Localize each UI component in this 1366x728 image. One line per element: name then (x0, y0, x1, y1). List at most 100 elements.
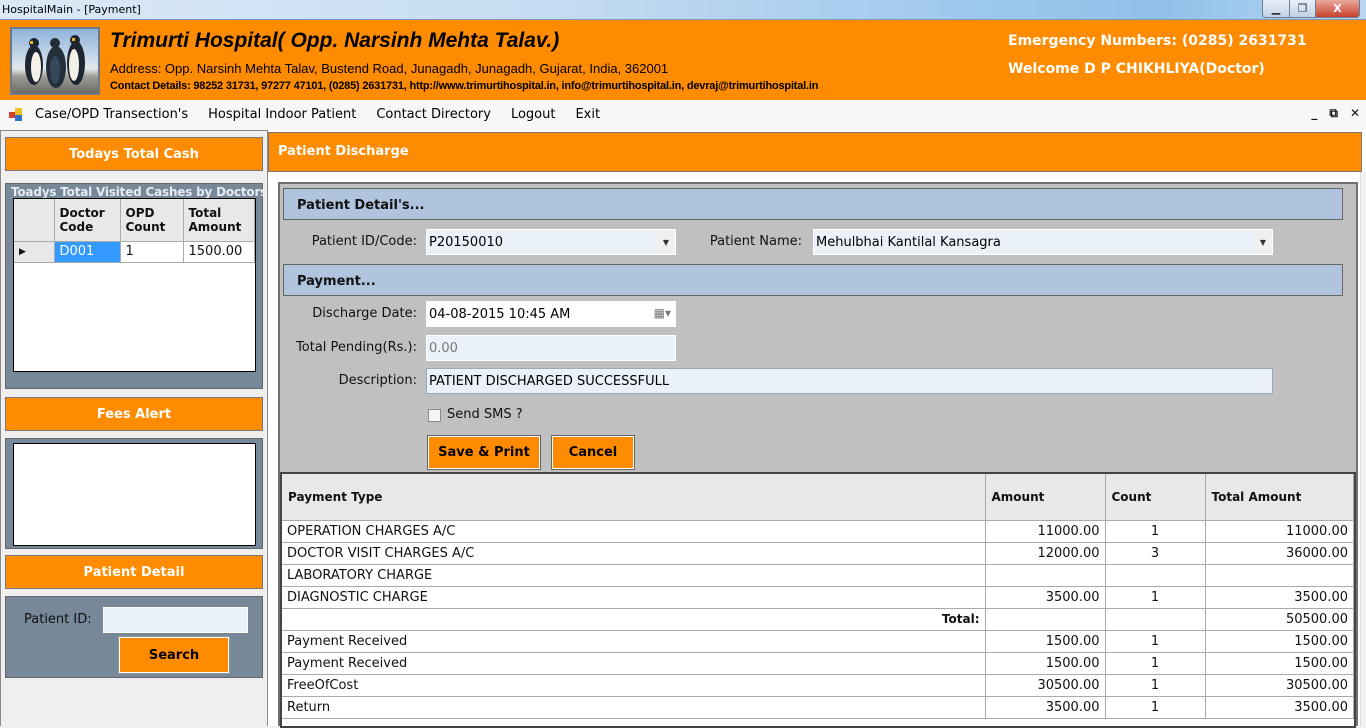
calendar-icon[interactable]: ▦▾ (654, 306, 671, 320)
description-input[interactable]: PATIENT DISCHARGED SUCCESSFULL (426, 368, 1273, 394)
column-header-opd-count[interactable]: OPD Count (120, 199, 184, 242)
app-form-icon[interactable] (9, 108, 23, 122)
count-cell[interactable]: 1 (1105, 630, 1206, 653)
count-cell[interactable] (1105, 564, 1206, 587)
send-sms-label[interactable]: Send SMS ? (447, 407, 523, 422)
total-amount-cell[interactable]: 36000.00 (1205, 542, 1354, 565)
total-amount-cell[interactable]: 3500.00 (1205, 696, 1354, 719)
table-row[interactable]: Payment Received 1500.00 1 1500.00 (282, 630, 1354, 653)
payment-type-cell[interactable]: Payment Received (282, 652, 986, 675)
total-amount-cell[interactable]: 50500.00 (1205, 608, 1354, 631)
table-row[interactable]: OPERATION CHARGES A/C 11000.00 1 11000.00 (282, 520, 1354, 543)
search-button[interactable]: Search (118, 636, 230, 674)
patient-id-input[interactable] (103, 607, 248, 633)
mdi-controls: _ ⧉ ✕ (1311, 106, 1360, 121)
column-header-total-amount[interactable]: Total Amount (1205, 474, 1354, 521)
payment-type-cell[interactable]: LABORATORY CHARGE (282, 564, 986, 587)
table-row[interactable]: Return 3500.00 1 3500.00 (282, 696, 1354, 719)
menu-case-opd[interactable]: Case/OPD Transection's (35, 107, 188, 122)
menu-exit[interactable]: Exit (575, 107, 600, 122)
menu-contact-directory[interactable]: Contact Directory (376, 107, 491, 122)
patient-detail-header: Patient Detail (5, 555, 263, 589)
payment-type-cell[interactable]: Return (282, 696, 986, 719)
count-cell[interactable]: 1 (1105, 586, 1206, 609)
amount-cell[interactable]: 3500.00 (985, 586, 1106, 609)
hospital-address: Address: Opp. Narsinh Mehta Talav, Buste… (110, 61, 669, 76)
table-row[interactable]: ▶ D001 1 1500.00 (14, 241, 255, 263)
count-cell[interactable]: 1 (1105, 674, 1206, 697)
row-selector-arrow-icon[interactable]: ▶ (14, 241, 55, 263)
amount-cell[interactable]: 12000.00 (985, 542, 1106, 565)
discharge-date-label: Discharge Date: (312, 306, 417, 321)
amount-cell[interactable]: 3500.00 (985, 696, 1106, 719)
total-amount-cell[interactable]: 1500.00 (183, 241, 255, 263)
save-print-button[interactable]: Save & Print (427, 435, 541, 470)
count-cell[interactable]: 1 (1105, 652, 1206, 675)
mdi-minimize-icon[interactable]: _ (1311, 106, 1317, 121)
table-row[interactable]: DIAGNOSTIC CHARGE 3500.00 1 3500.00 (282, 586, 1354, 609)
restore-button[interactable]: ❐ (1290, 0, 1316, 18)
total-label-cell[interactable]: Total: (282, 608, 986, 631)
doctor-cash-caption: Toadys Total Visited Cashes by Doctors (11, 185, 268, 199)
total-amount-cell[interactable]: 1500.00 (1205, 630, 1354, 653)
count-cell[interactable]: 3 (1105, 542, 1206, 565)
column-header-doctor-code[interactable]: Doctor Code (54, 199, 121, 242)
patient-discharge-form: Patient Discharge Patient Detail's... Pa… (268, 130, 1366, 728)
doctor-code-cell[interactable]: D001 (54, 241, 121, 263)
table-row[interactable]: FreeOfCost 30500.00 1 30500.00 (282, 674, 1354, 697)
amount-cell[interactable]: 30500.00 (985, 674, 1106, 697)
total-amount-cell[interactable]: 30500.00 (1205, 674, 1354, 697)
count-cell[interactable]: 1 (1105, 520, 1206, 543)
doctor-cash-grid[interactable]: Doctor Code OPD Count Total Amount ▶ D00… (13, 198, 256, 372)
column-header-count[interactable]: Count (1105, 474, 1206, 521)
table-row[interactable]: Total: 50500.00 (282, 608, 1354, 631)
table-row[interactable]: LABORATORY CHARGE (282, 564, 1354, 587)
column-header-payment-type[interactable]: Payment Type (282, 474, 986, 521)
total-amount-cell[interactable]: 1500.00 (1205, 652, 1354, 675)
table-row[interactable]: Payment Received 1500.00 1 1500.00 (282, 652, 1354, 675)
payment-type-cell[interactable]: FreeOfCost (282, 674, 986, 697)
amount-cell[interactable] (985, 564, 1106, 587)
amount-cell[interactable] (985, 608, 1106, 631)
mdi-restore-icon[interactable]: ⧉ (1329, 106, 1338, 121)
minimize-icon: ▁ (1271, 2, 1281, 15)
payment-grid[interactable]: Payment Type Amount Count Total Amount O… (280, 472, 1356, 728)
patient-id-code-combobox[interactable]: P20150010 ▼ (426, 229, 676, 255)
patient-search-panel: Patient ID: Search (5, 596, 263, 678)
emergency-numbers: Emergency Numbers: (0285) 2631731 (1008, 33, 1307, 49)
window-title-bar: HospitalMain - [Payment] ▁ ❐ X (0, 0, 1366, 20)
total-amount-cell[interactable] (1205, 564, 1354, 587)
opd-count-cell[interactable]: 1 (120, 241, 184, 263)
discharge-date-picker[interactable]: 04-08-2015 10:45 AM ▦▾ (426, 301, 676, 327)
close-button[interactable]: X (1316, 0, 1360, 18)
payment-type-cell[interactable]: OPERATION CHARGES A/C (282, 520, 986, 543)
fees-alert-list[interactable] (13, 443, 256, 546)
fees-alert-panel (5, 438, 263, 549)
payment-type-cell[interactable]: DOCTOR VISIT CHARGES A/C (282, 542, 986, 565)
column-header-amount[interactable]: Amount (985, 474, 1106, 521)
menu-indoor-patient[interactable]: Hospital Indoor Patient (208, 107, 356, 122)
patient-name-combobox[interactable]: Mehulbhai Kantilal Kansagra ▼ (813, 229, 1273, 255)
mdi-close-icon[interactable]: ✕ (1350, 106, 1360, 121)
cancel-button[interactable]: Cancel (551, 435, 635, 470)
patient-id-code-value: P20150010 (429, 235, 504, 250)
menu-logout[interactable]: Logout (511, 107, 556, 122)
column-header-total-amount[interactable]: Total Amount (183, 199, 255, 242)
patient-id-code-label: Patient ID/Code: (311, 234, 417, 249)
send-sms-checkbox[interactable] (428, 409, 441, 422)
patient-details-section: Patient Detail's... (283, 188, 1343, 220)
chevron-down-icon[interactable]: ▼ (1254, 230, 1272, 254)
total-amount-cell[interactable]: 11000.00 (1205, 520, 1354, 543)
count-cell[interactable] (1105, 608, 1206, 631)
total-amount-cell[interactable]: 3500.00 (1205, 586, 1354, 609)
amount-cell[interactable]: 1500.00 (985, 630, 1106, 653)
count-cell[interactable]: 1 (1105, 696, 1206, 719)
chevron-down-icon[interactable]: ▼ (657, 230, 675, 254)
table-row[interactable]: DOCTOR VISIT CHARGES A/C 12000.00 3 36000.0… (282, 542, 1354, 565)
amount-cell[interactable]: 1500.00 (985, 652, 1106, 675)
payment-type-cell[interactable]: DIAGNOSTIC CHARGE (282, 586, 986, 609)
amount-cell[interactable]: 11000.00 (985, 520, 1106, 543)
payment-type-cell[interactable]: Payment Received (282, 630, 986, 653)
minimize-button[interactable]: ▁ (1262, 0, 1290, 18)
total-pending-input[interactable]: 0.00 (426, 335, 676, 361)
